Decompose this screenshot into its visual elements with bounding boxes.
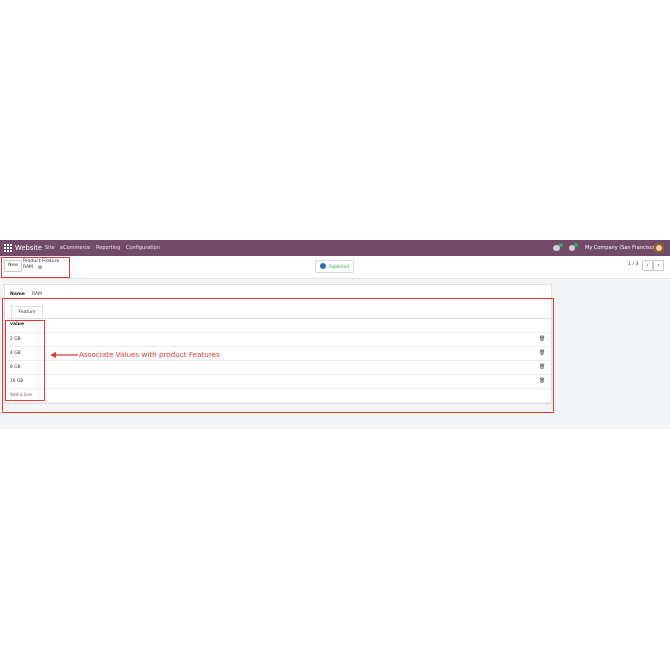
top-navbar: Website Site eCommerce Reporting Configu… xyxy=(0,240,670,256)
highlight-values xyxy=(5,320,45,401)
menu-ecommerce[interactable]: eCommerce xyxy=(60,243,90,253)
apps-grid-icon[interactable] xyxy=(4,244,12,252)
pager-value[interactable]: 1 / 3 xyxy=(628,261,638,269)
menu-site[interactable]: Site xyxy=(45,243,55,253)
company-switcher[interactable]: My Company (San Francisco) xyxy=(585,243,658,253)
activity-badge xyxy=(574,243,578,247)
chevron-left-icon[interactable]: ‹ xyxy=(642,260,653,271)
published-button[interactable]: Published xyxy=(315,260,354,273)
menu-reporting[interactable]: Reporting xyxy=(96,243,120,253)
chat-badge xyxy=(559,243,563,247)
user-avatar[interactable] xyxy=(654,243,664,253)
globe-icon xyxy=(320,263,326,269)
annotation-arrow xyxy=(50,352,78,358)
chevron-right-icon[interactable]: › xyxy=(653,260,664,271)
menu-configuration[interactable]: Configuration xyxy=(126,243,160,253)
control-panel: New Product Feature RAM ⚙ Published 1 / … xyxy=(0,256,670,279)
odoo-screen: Website Site eCommerce Reporting Configu… xyxy=(0,240,670,429)
app-title[interactable]: Website xyxy=(15,242,42,254)
annotation-text: Associate Values with product Features xyxy=(79,350,220,359)
highlight-header xyxy=(1,257,70,278)
published-label: Published xyxy=(329,264,350,269)
